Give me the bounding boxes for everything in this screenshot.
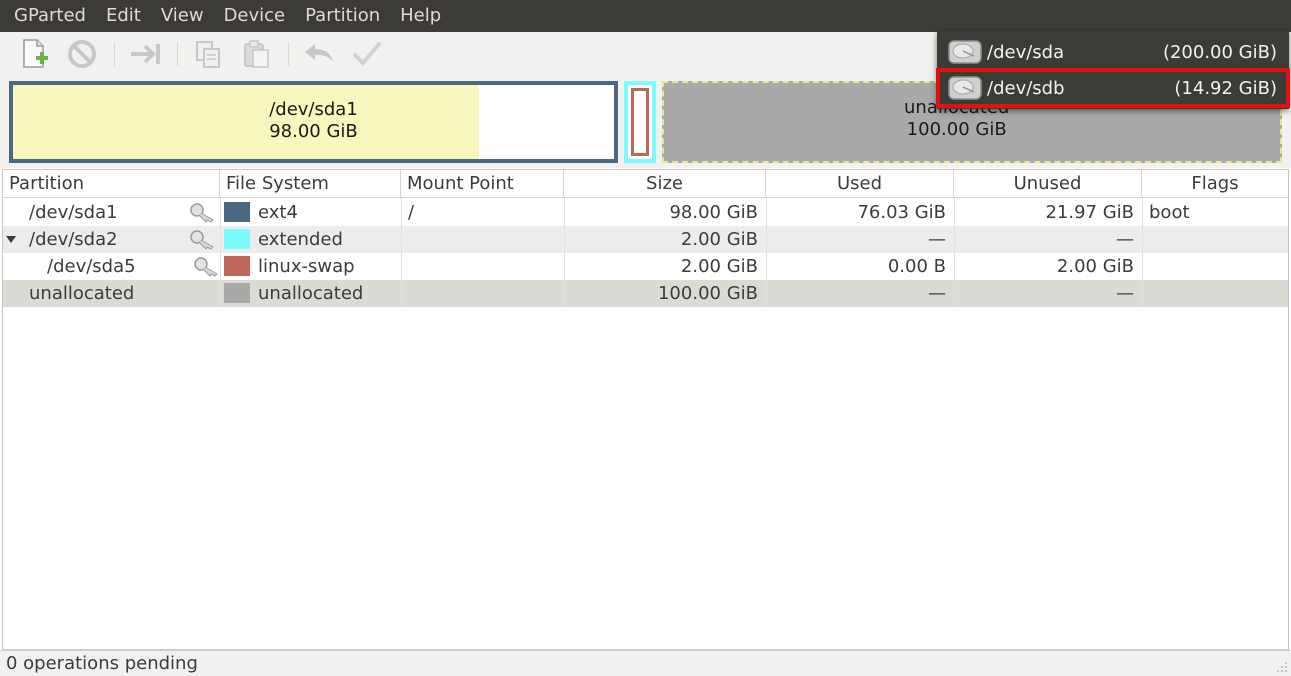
flags-cell: boot — [1149, 202, 1190, 223]
column-header-flags[interactable]: Flags — [1142, 170, 1288, 198]
device-path: /dev/sdb — [987, 77, 1065, 99]
partition-table: Partition File System Mount Point Size U… — [2, 169, 1289, 650]
partition-block-name: /dev/sda1 — [269, 99, 358, 120]
size-cell: 98.00 GiB — [669, 202, 758, 223]
used-cell: — — [928, 283, 946, 304]
column-divider — [1142, 198, 1143, 306]
resize-move-icon — [131, 44, 160, 64]
new-partition-button[interactable] — [14, 36, 54, 72]
unused-cell: — — [1116, 283, 1134, 304]
undo-button[interactable] — [299, 36, 339, 72]
device-item-sdb[interactable]: /dev/sdb (14.92 GiB) — [936, 68, 1290, 108]
used-cell: — — [928, 229, 946, 250]
copy-button[interactable] — [188, 36, 228, 72]
device-item-sda[interactable]: /dev/sda (200.00 GiB) — [937, 33, 1289, 71]
file-system-cell: unallocated — [258, 283, 364, 304]
fs-color-swatch — [224, 202, 250, 222]
status-text: 0 operations pending — [6, 653, 198, 674]
device-size: (200.00 GiB) — [1162, 41, 1277, 63]
used-cell: 0.00 B — [887, 256, 946, 277]
column-header-used[interactable]: Used — [766, 170, 954, 198]
used-cell: 76.03 GiB — [857, 202, 946, 223]
menu-view[interactable]: View — [151, 0, 214, 32]
table-header: Partition File System Mount Point Size U… — [3, 170, 1288, 198]
status-bar: 0 operations pending — [0, 650, 1291, 676]
column-header-size[interactable]: Size — [564, 170, 766, 198]
partition-block-sda5[interactable] — [631, 88, 649, 156]
menubar: GParted Edit View Device Partition Help — [0, 0, 1291, 32]
table-row[interactable]: /dev/sda1 ext4 / 98.00 GiB 76.03 GiB 21.… — [3, 199, 1288, 226]
unused-cell: 21.97 GiB — [1045, 202, 1134, 223]
column-header-file-system[interactable]: File System — [220, 170, 401, 198]
column-divider — [954, 198, 955, 306]
file-system-cell: ext4 — [258, 202, 298, 223]
partition-block-size: 98.00 GiB — [269, 121, 358, 142]
table-row[interactable]: unallocated unallocated 100.00 GiB — — — [3, 280, 1288, 307]
undo-icon — [305, 44, 333, 62]
column-divider — [220, 198, 221, 306]
unused-cell: — — [1116, 229, 1134, 250]
delete-partition-button[interactable] — [62, 36, 102, 72]
table-row[interactable]: /dev/sda5 linux-swap 2.00 GiB 0.00 B 2.0… — [3, 253, 1288, 280]
column-header-mount-point[interactable]: Mount Point — [401, 170, 564, 198]
menu-gparted[interactable]: GParted — [4, 0, 96, 32]
partition-block-sda1[interactable]: /dev/sda1 98.00 GiB — [9, 81, 618, 163]
copy-icon — [196, 41, 220, 68]
paste-button[interactable] — [236, 36, 276, 72]
partition-cell: /dev/sda1 — [29, 202, 118, 223]
mount-point-cell: / — [408, 202, 415, 223]
partition-block-size: 100.00 GiB — [906, 119, 1007, 140]
column-header-partition[interactable]: Partition — [3, 170, 220, 198]
resize-move-button[interactable] — [125, 36, 165, 72]
harddisk-icon — [948, 76, 982, 100]
fs-color-swatch — [224, 256, 250, 276]
partition-cell: /dev/sda2 — [29, 229, 118, 250]
resize-grip-icon[interactable] — [1274, 659, 1288, 673]
file-system-cell: linux-swap — [258, 256, 355, 277]
toolbar-separator — [114, 42, 115, 66]
device-path: /dev/sda — [987, 41, 1065, 63]
file-system-cell: extended — [258, 229, 343, 250]
device-size: (14.92 GiB) — [1174, 77, 1277, 99]
partition-cell: /dev/sda5 — [47, 256, 136, 277]
partition-cell: unallocated — [29, 283, 135, 304]
size-cell: 2.00 GiB — [680, 256, 758, 277]
expander-triangle-icon[interactable] — [5, 235, 17, 245]
fs-color-swatch — [224, 229, 250, 249]
apply-icon — [353, 42, 381, 66]
size-cell: 100.00 GiB — [657, 283, 758, 304]
toolbar-separator — [288, 42, 289, 66]
size-cell: 2.00 GiB — [680, 229, 758, 250]
menu-help[interactable]: Help — [390, 0, 451, 32]
table-row[interactable]: /dev/sda2 extended 2.00 GiB — — — [3, 226, 1288, 253]
menu-partition[interactable]: Partition — [295, 0, 390, 32]
fs-color-swatch — [224, 283, 250, 303]
device-dropdown-menu: /dev/sda (200.00 GiB) /dev/sdb (14.92 Gi… — [936, 31, 1290, 109]
column-divider — [401, 198, 402, 306]
column-divider — [766, 198, 767, 306]
harddisk-icon — [948, 40, 982, 64]
key-icon — [194, 257, 218, 277]
partition-block-sda2-extended[interactable] — [624, 81, 656, 163]
key-icon — [190, 203, 214, 223]
toolbar-separator — [177, 42, 178, 66]
column-header-unused[interactable]: Unused — [954, 170, 1142, 198]
apply-button[interactable] — [347, 36, 387, 72]
menu-edit[interactable]: Edit — [96, 0, 151, 32]
new-icon — [23, 39, 48, 68]
column-divider — [564, 198, 565, 306]
delete-icon — [68, 40, 96, 68]
partition-block-label: /dev/sda1 98.00 GiB — [13, 99, 614, 143]
key-icon — [190, 230, 214, 250]
unused-cell: 2.00 GiB — [1056, 256, 1134, 277]
menu-device[interactable]: Device — [214, 0, 296, 32]
paste-icon — [244, 40, 269, 68]
